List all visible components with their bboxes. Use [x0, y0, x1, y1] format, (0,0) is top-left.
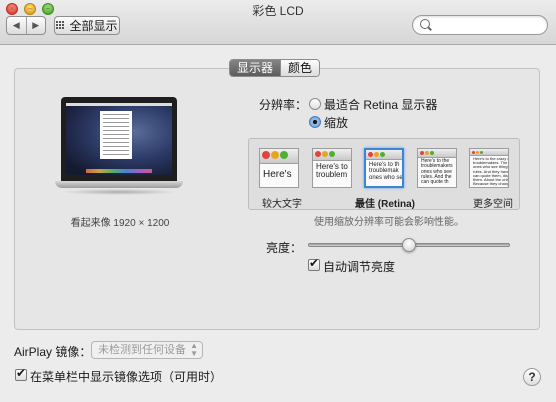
auto-brightness-label[interactable]: 自动调节亮度 [323, 258, 395, 275]
scale-preview-text: Here's to troublem [316, 162, 348, 180]
show-all-button[interactable]: 全部显示 [54, 16, 120, 35]
laptop-lid [61, 97, 177, 181]
show-all-label: 全部显示 [69, 19, 118, 33]
scale-option-best-retina[interactable]: Here's to th troublemak ones who se [364, 148, 404, 188]
auto-brightness-checkbox[interactable] [308, 256, 320, 271]
scale-option-larger-text[interactable]: Here's [259, 148, 299, 188]
help-button[interactable]: ? [523, 368, 541, 386]
scale-preview-text: Here's to the troublemakers ones who see… [421, 158, 453, 185]
airplay-label: AirPlay 镜像： [14, 345, 92, 359]
dock-graphic [86, 169, 152, 173]
resolution-label: 分辨率： [259, 98, 308, 112]
system-preferences-window: × – + 彩色 LCD ◀ ▶ 全部显示 显示器 颜色 看起来像 1920 ×… [0, 0, 556, 402]
scaling-performance-note: 使用缩放分辨率可能会影响性能。 [314, 217, 464, 228]
show-mirroring-menu-checkbox[interactable] [15, 366, 27, 381]
scale-option-more-space[interactable]: Here's to the crazy on troublemakers. Th… [469, 148, 509, 188]
document-thumbnail [100, 111, 132, 159]
back-forward-control: ◀ ▶ [6, 16, 46, 35]
laptop-base [55, 181, 183, 188]
brightness-slider-knob[interactable] [402, 238, 416, 252]
scale-preview-text: Here's to th troublemak ones who se [369, 162, 403, 181]
show-mirroring-menu-label[interactable]: 在菜单栏中显示镜像选项（可用时） [30, 368, 222, 385]
forward-button[interactable]: ▶ [27, 17, 46, 34]
search-input[interactable] [433, 18, 545, 34]
back-button[interactable]: ◀ [7, 17, 27, 34]
scale-option-4[interactable]: Here's to the troublemakers ones who see… [417, 148, 457, 188]
updown-arrows-icon: ▲ ▼ [190, 341, 198, 358]
title-toolbar: × – + 彩色 LCD ◀ ▶ 全部显示 [0, 0, 556, 45]
laptop-illustration [55, 97, 183, 207]
scale-preview-text: Here's [263, 169, 292, 180]
radio-scaled-label[interactable]: 缩放 [324, 114, 348, 131]
search-field[interactable] [412, 15, 548, 35]
caption-best-retina: 最佳 (Retina) [355, 199, 415, 210]
search-icon [420, 19, 430, 29]
tab-color[interactable]: 颜色 [280, 60, 320, 76]
scale-preview-text: Here's to the crazy on troublemakers. Th… [473, 156, 509, 187]
tab-bar: 显示器 颜色 [229, 59, 321, 77]
scale-option-2[interactable]: Here's to troublem [312, 148, 352, 188]
airplay-popup-value: 未检测到任何设备 [98, 344, 186, 356]
brightness-label: 亮度： [266, 241, 303, 255]
radio-scaled[interactable] [309, 116, 321, 128]
grid-icon [56, 21, 65, 30]
caption-more-space: 更多空间 [473, 199, 513, 210]
radio-best-for-retina[interactable] [309, 98, 321, 110]
radio-best-for-retina-label[interactable]: 最适合 Retina 显示器 [324, 96, 437, 113]
laptop-screen [66, 103, 172, 175]
airplay-popup[interactable]: 未检测到任何设备 ▲ ▼ [91, 341, 203, 359]
looks-like-text: 看起来像 1920 × 1200 [70, 218, 170, 229]
tab-display[interactable]: 显示器 [230, 60, 281, 76]
caption-larger-text: 较大文字 [262, 199, 302, 210]
